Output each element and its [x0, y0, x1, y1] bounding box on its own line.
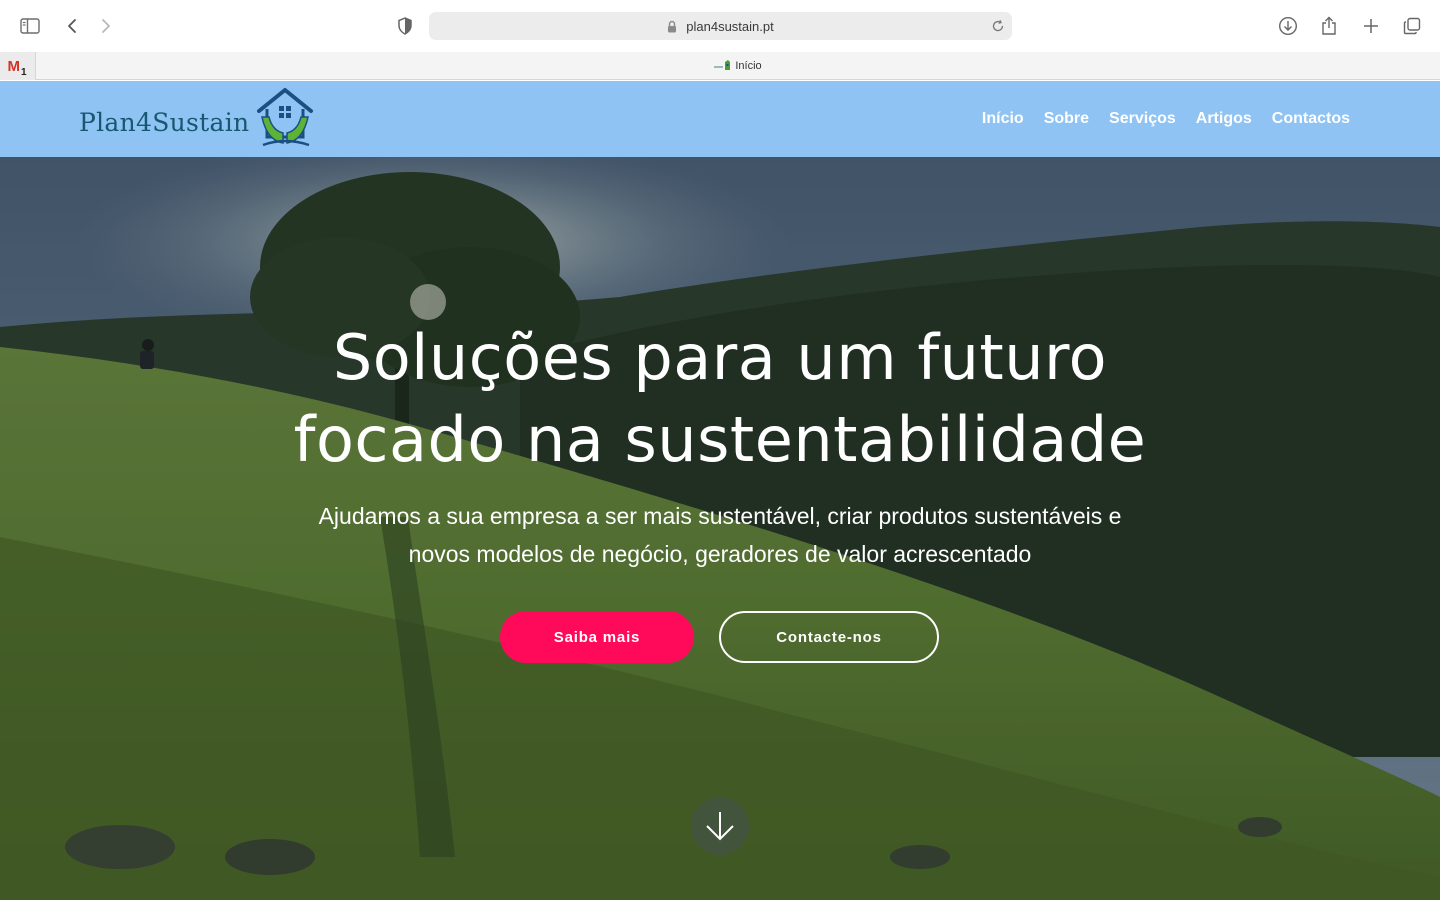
- lock-icon: [667, 19, 681, 33]
- forward-icon[interactable]: [91, 11, 121, 41]
- plan4sustain-favicon-icon: [714, 60, 731, 70]
- sidebar-toggle-icon[interactable]: [15, 11, 45, 41]
- house-hands-logo-icon: [257, 88, 314, 147]
- address-bar[interactable]: plan4sustain.pt: [429, 12, 1012, 40]
- hero-headline-line-1: Soluções para um futuro: [332, 321, 1108, 394]
- reload-icon[interactable]: [990, 18, 1006, 34]
- hero-subtitle-line-1: Ajudamos a sua empresa a ser mais susten…: [318, 503, 1122, 529]
- hero-headline: Soluções para um futuro focado na susten…: [0, 317, 1440, 481]
- new-tab-icon[interactable]: [1356, 11, 1386, 41]
- browser-toolbar: plan4sustain.pt: [0, 0, 1440, 52]
- gmail-icon: M 1: [7, 58, 27, 79]
- nav-item-sobre[interactable]: Sobre: [1044, 110, 1089, 128]
- logo-text: Plan4Sustain: [79, 107, 250, 137]
- tab-title: Início: [735, 60, 762, 72]
- hero-headline-line-2: focado na sustentabilidade: [293, 403, 1147, 476]
- gmail-badge: 1: [20, 67, 27, 78]
- site-logo[interactable]: Plan4Sustain: [79, 87, 315, 149]
- nav-item-artigos[interactable]: Artigos: [1196, 110, 1252, 128]
- site-header: Plan4Sustain Início Sobre Serviços Artig…: [0, 81, 1440, 157]
- scroll-down-button[interactable]: [691, 797, 749, 855]
- address-url: plan4sustain.pt: [686, 18, 774, 34]
- hero-section: Soluções para um futuro focado na susten…: [0, 157, 1440, 900]
- hero-subtitle-line-2: novos modelos de negócio, geradores de v…: [408, 541, 1032, 567]
- share-icon[interactable]: [1314, 11, 1344, 41]
- pinned-tab-gmail[interactable]: M 1: [0, 52, 36, 80]
- downloads-icon[interactable]: [1273, 11, 1303, 41]
- arrow-down-icon: [706, 812, 734, 841]
- tab-bar: M 1 Início: [0, 52, 1440, 80]
- nav-item-contactos[interactable]: Contactos: [1272, 110, 1350, 128]
- hero-subtitle: Ajudamos a sua empresa a ser mais susten…: [270, 497, 1170, 573]
- privacy-shield-icon[interactable]: [390, 11, 420, 41]
- nav-item-servicos[interactable]: Serviços: [1109, 110, 1176, 128]
- tab-inicio[interactable]: Início: [36, 52, 1440, 80]
- saiba-mais-button[interactable]: Saiba mais: [500, 611, 694, 663]
- nav-item-inicio[interactable]: Início: [982, 110, 1024, 128]
- main-nav: Início Sobre Serviços Artigos Contactos: [962, 81, 1350, 157]
- back-icon[interactable]: [57, 11, 87, 41]
- tab-overview-icon[interactable]: [1397, 11, 1427, 41]
- contacte-nos-button[interactable]: Contacte-nos: [719, 611, 939, 663]
